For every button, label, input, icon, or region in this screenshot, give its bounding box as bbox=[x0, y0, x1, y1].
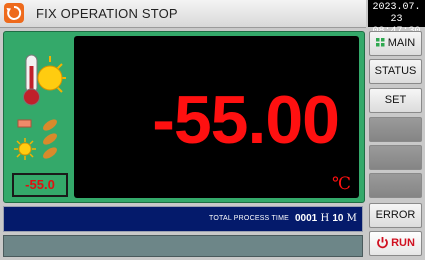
present-value-display: -55.00 ℃ bbox=[74, 36, 359, 198]
process-hours: 0001 bbox=[295, 213, 318, 224]
present-value: -55.00 bbox=[152, 82, 340, 158]
process-time-value: 0001 H 10 M bbox=[295, 213, 357, 224]
sun-icon bbox=[14, 138, 36, 160]
thermometer-sun-icon bbox=[16, 52, 68, 113]
heater-status-icons bbox=[14, 117, 64, 172]
main-button[interactable]: MAIN bbox=[369, 31, 422, 56]
process-minutes-unit: M bbox=[346, 213, 357, 224]
process-time-label: TOTAL PROCESS TIME bbox=[209, 215, 289, 222]
heater-icon bbox=[17, 119, 32, 128]
status-button-label: STATUS bbox=[374, 65, 417, 77]
unit-label: ℃ bbox=[331, 174, 351, 194]
run-button-label: RUN bbox=[391, 237, 415, 249]
set-button-label: SET bbox=[384, 94, 407, 106]
page-title: FIX OPERATION STOP bbox=[36, 6, 178, 21]
message-bar bbox=[3, 235, 363, 257]
refresh-icon[interactable] bbox=[4, 3, 24, 23]
error-button[interactable]: ERROR bbox=[369, 203, 422, 228]
clock-date: 2023.07. 23 bbox=[372, 2, 421, 25]
error-button-label: ERROR bbox=[375, 209, 416, 221]
chamber-panel: -55.0 -55.00 ℃ bbox=[3, 31, 365, 203]
clock: 2023.07. 23 08:47:30 bbox=[368, 0, 425, 37]
setpoint-readout[interactable]: -55.0 bbox=[12, 173, 68, 197]
grid-dots-icon bbox=[375, 38, 385, 47]
process-time-bar: TOTAL PROCESS TIME 0001 H 10 M bbox=[3, 206, 363, 232]
blank-button-3[interactable] bbox=[369, 173, 422, 198]
title-bar: FIX OPERATION STOP bbox=[0, 0, 366, 28]
set-button[interactable]: SET bbox=[369, 88, 422, 113]
run-button[interactable]: RUN bbox=[369, 231, 422, 256]
process-minutes: 10 bbox=[332, 213, 344, 224]
main-button-label: MAIN bbox=[387, 37, 416, 49]
power-icon bbox=[377, 237, 388, 249]
fan-icon bbox=[43, 119, 57, 159]
blank-button-1[interactable] bbox=[369, 117, 422, 142]
status-button[interactable]: STATUS bbox=[369, 59, 422, 84]
process-hours-unit: H bbox=[320, 213, 330, 224]
blank-button-2[interactable] bbox=[369, 145, 422, 170]
